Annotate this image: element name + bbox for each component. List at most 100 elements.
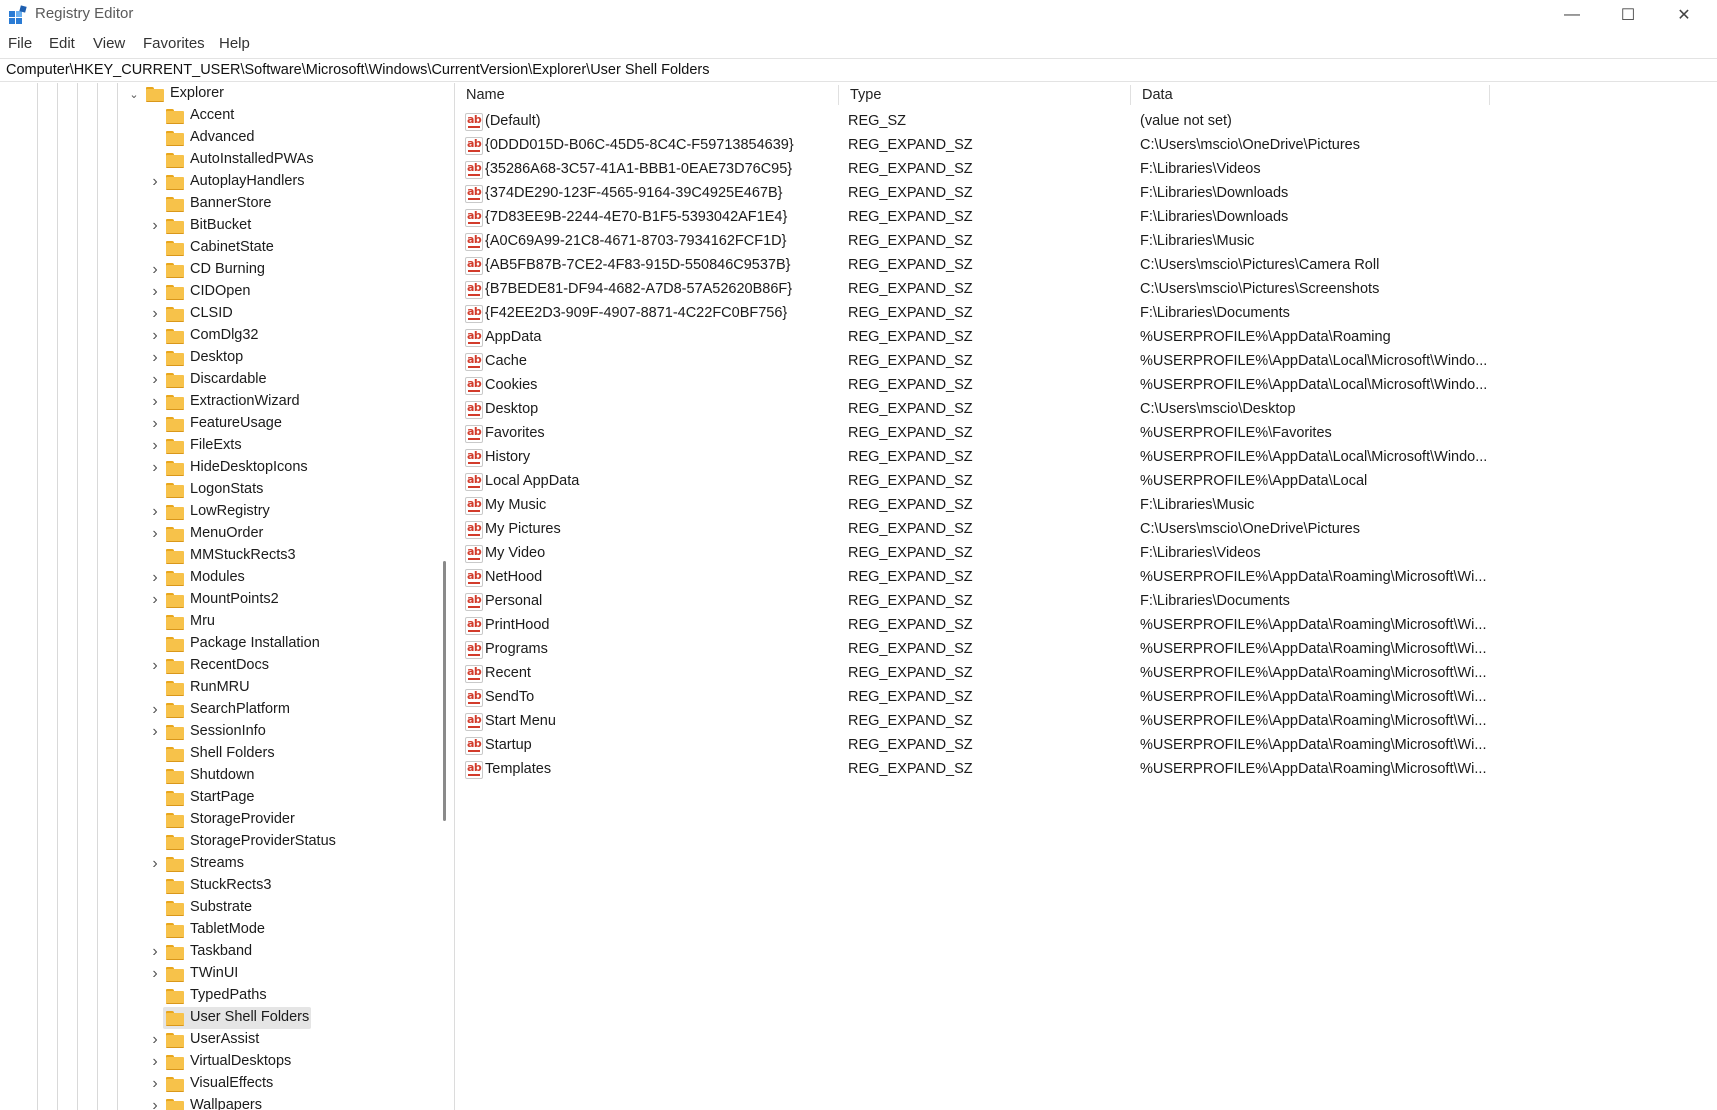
value-row[interactable]: ab Start Menu REG_EXPAND_SZ %USERPROFILE%\A…	[460, 710, 1717, 734]
tree-item[interactable]: › SearchPlatform	[0, 699, 430, 721]
value-row[interactable]: ab Personal REG_EXPAND_SZ F:\Libraries\Docu…	[460, 590, 1717, 614]
value-row[interactable]: ab Cookies REG_EXPAND_SZ %USERPROFILE%\AppD…	[460, 374, 1717, 398]
tree-item[interactable]: › CIDOpen	[0, 281, 430, 303]
tree-scrollbar-thumb[interactable]	[443, 561, 446, 821]
chevron-right-icon[interactable]: ›	[149, 413, 161, 435]
chevron-right-icon[interactable]: ›	[149, 699, 161, 721]
tree-item[interactable]: › RecentDocs	[0, 655, 430, 677]
value-row[interactable]: ab My Music REG_EXPAND_SZ F:\Libraries\Musi…	[460, 494, 1717, 518]
tree-item[interactable]: › Streams	[0, 853, 430, 875]
value-row[interactable]: ab AppData REG_EXPAND_SZ %USERPROFILE%\AppD…	[460, 326, 1717, 350]
chevron-right-icon[interactable]: ›	[149, 457, 161, 479]
tree-item[interactable]: › Desktop	[0, 347, 430, 369]
value-row[interactable]: ab {AB5FB87B-7CE2-4F83-915D-550846C9537B}…	[460, 254, 1717, 278]
value-row[interactable]: ab My Pictures REG_EXPAND_SZ C:\Users\mscio…	[460, 518, 1717, 542]
value-row[interactable]: ab Desktop REG_EXPAND_SZ C:\Users\mscio\Des…	[460, 398, 1717, 422]
minimize-button[interactable]: —	[1544, 0, 1600, 30]
tree-item[interactable]: › CLSID	[0, 303, 430, 325]
tree-item[interactable]: CabinetState	[0, 237, 430, 259]
key-tree[interactable]: ⌄ Explorer Accent Advanced AutoInstalledPW…	[0, 83, 455, 1110]
chevron-right-icon[interactable]: ›	[149, 721, 161, 743]
value-row[interactable]: ab SendTo REG_EXPAND_SZ %USERPROFILE%\AppDa…	[460, 686, 1717, 710]
address-bar[interactable]: Computer\HKEY_CURRENT_USER\Software\Micr…	[0, 58, 1717, 82]
tree-item-explorer[interactable]: ⌄ Explorer	[0, 83, 430, 105]
tree-item[interactable]: Shell Folders	[0, 743, 430, 765]
chevron-right-icon[interactable]: ›	[149, 501, 161, 523]
chevron-right-icon[interactable]: ›	[149, 325, 161, 347]
chevron-right-icon[interactable]: ›	[149, 391, 161, 413]
value-row[interactable]: ab {B7BEDE81-DF94-4682-A7D8-57A52620B86F}…	[460, 278, 1717, 302]
tree-item[interactable]: › Wallpapers	[0, 1095, 430, 1110]
value-row[interactable]: ab Favorites REG_EXPAND_SZ %USERPROFILE%\Fa…	[460, 422, 1717, 446]
tree-item[interactable]: › VirtualDesktops	[0, 1051, 430, 1073]
value-row[interactable]: ab {35286A68-3C57-41A1-BBB1-0EAE73D76C95}…	[460, 158, 1717, 182]
chevron-right-icon[interactable]: ›	[149, 303, 161, 325]
value-row[interactable]: ab (Default) REG_SZ (value not set)	[460, 110, 1717, 134]
tree-item[interactable]: › Taskband	[0, 941, 430, 963]
chevron-right-icon[interactable]: ›	[149, 171, 161, 193]
value-row[interactable]: ab NetHood REG_EXPAND_SZ %USERPROFILE%\AppD…	[460, 566, 1717, 590]
tree-item[interactable]: › LowRegistry	[0, 501, 430, 523]
value-row[interactable]: ab {A0C69A99-21C8-4671-8703-7934162FCF1D}…	[460, 230, 1717, 254]
address-path[interactable]: Computer\HKEY_CURRENT_USER\Software\Micr…	[6, 62, 709, 78]
menu-file[interactable]: File	[8, 35, 32, 52]
value-row[interactable]: ab {0DDD015D-B06C-45D5-8C4C-F59713854639}…	[460, 134, 1717, 158]
tree-item[interactable]: › Modules	[0, 567, 430, 589]
tree-item[interactable]: › VisualEffects	[0, 1073, 430, 1095]
column-header-name[interactable]: Name	[466, 83, 505, 107]
tree-item[interactable]: Shutdown	[0, 765, 430, 787]
chevron-right-icon[interactable]: ›	[149, 435, 161, 457]
tree-item[interactable]: › UserAssist	[0, 1029, 430, 1051]
tree-item[interactable]: BannerStore	[0, 193, 430, 215]
maximize-button[interactable]: ☐	[1600, 0, 1656, 30]
chevron-right-icon[interactable]: ›	[149, 853, 161, 875]
values-list[interactable]: Name Type Data ab (Default) REG_SZ (value n…	[460, 83, 1717, 1110]
chevron-right-icon[interactable]: ›	[149, 1029, 161, 1051]
tree-item[interactable]: StorageProviderStatus	[0, 831, 430, 853]
chevron-right-icon[interactable]: ›	[149, 347, 161, 369]
tree-item[interactable]: › MountPoints2	[0, 589, 430, 611]
tree-item[interactable]: RunMRU	[0, 677, 430, 699]
value-row[interactable]: ab {374DE290-123F-4565-9164-39C4925E467B}…	[460, 182, 1717, 206]
tree-item[interactable]: TypedPaths	[0, 985, 430, 1007]
chevron-right-icon[interactable]: ›	[149, 369, 161, 391]
tree-item[interactable]: › AutoplayHandlers	[0, 171, 430, 193]
tree-item[interactable]: User Shell Folders	[0, 1007, 430, 1029]
tree-item[interactable]: Accent	[0, 105, 430, 127]
value-row[interactable]: ab {7D83EE9B-2244-4E70-B1F5-5393042AF1E4}…	[460, 206, 1717, 230]
tree-item[interactable]: › Discardable	[0, 369, 430, 391]
value-row[interactable]: ab PrintHood REG_EXPAND_SZ %USERPROFILE%\Ap…	[460, 614, 1717, 638]
tree-item[interactable]: StorageProvider	[0, 809, 430, 831]
column-separator[interactable]	[1489, 85, 1490, 105]
menu-help[interactable]: Help	[219, 35, 250, 52]
tree-item[interactable]: › TWinUI	[0, 963, 430, 985]
chevron-right-icon[interactable]: ›	[149, 655, 161, 677]
menu-edit[interactable]: Edit	[49, 35, 75, 52]
chevron-down-icon[interactable]: ⌄	[128, 83, 140, 105]
chevron-right-icon[interactable]: ›	[149, 589, 161, 611]
column-separator[interactable]	[1130, 85, 1131, 105]
tree-item[interactable]: › HideDesktopIcons	[0, 457, 430, 479]
tree-item[interactable]: MMStuckRects3	[0, 545, 430, 567]
value-row[interactable]: ab My Video REG_EXPAND_SZ F:\Libraries\Vide…	[460, 542, 1717, 566]
tree-item[interactable]: TabletMode	[0, 919, 430, 941]
value-row[interactable]: ab Programs REG_EXPAND_SZ %USERPROFILE%\App…	[460, 638, 1717, 662]
tree-item[interactable]: › SessionInfo	[0, 721, 430, 743]
column-header-data[interactable]: Data	[1142, 83, 1173, 107]
close-button[interactable]: ✕	[1656, 0, 1712, 30]
chevron-right-icon[interactable]: ›	[149, 259, 161, 281]
column-separator[interactable]	[838, 85, 839, 105]
tree-item[interactable]: › ComDlg32	[0, 325, 430, 347]
tree-item[interactable]: StuckRects3	[0, 875, 430, 897]
tree-item[interactable]: StartPage	[0, 787, 430, 809]
chevron-right-icon[interactable]: ›	[149, 1073, 161, 1095]
tree-item[interactable]: Package Installation	[0, 633, 430, 655]
menu-favorites[interactable]: Favorites	[143, 35, 205, 52]
chevron-right-icon[interactable]: ›	[149, 523, 161, 545]
value-row[interactable]: ab Recent REG_EXPAND_SZ %USERPROFILE%\AppDa…	[460, 662, 1717, 686]
tree-item[interactable]: › ExtractionWizard	[0, 391, 430, 413]
value-row[interactable]: ab {F42EE2D3-909F-4907-8871-4C22FC0BF756}…	[460, 302, 1717, 326]
chevron-right-icon[interactable]: ›	[149, 215, 161, 237]
tree-item[interactable]: › FileExts	[0, 435, 430, 457]
tree-item[interactable]: › FeatureUsage	[0, 413, 430, 435]
